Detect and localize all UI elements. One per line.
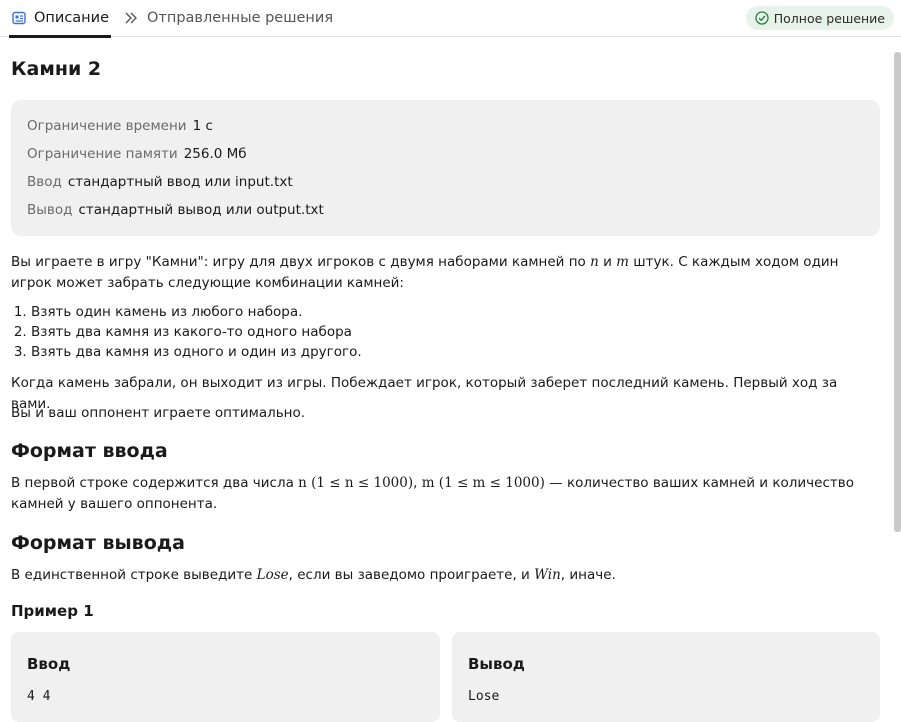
input-format-heading: Формат ввода — [11, 440, 168, 462]
status-badge-label: Полное решение — [773, 10, 885, 26]
example-input-value: 4 4 — [27, 689, 51, 704]
example-heading: Пример 1 — [11, 602, 94, 620]
limit-input: Ввод стандартный ввод или input.txt — [27, 174, 293, 190]
example-output-panel: Вывод Lose — [452, 632, 880, 722]
example-input-label: Ввод — [27, 655, 71, 673]
tab-description-label: Описание — [34, 10, 109, 26]
active-tab-indicator — [9, 35, 111, 38]
limits-panel: Ограничение времени 1 с Ограничение памят… — [11, 100, 880, 236]
statement-optimal: Вы и ваш оппонент играете оптимально. — [11, 405, 306, 421]
output-format-heading: Формат вывода — [11, 532, 185, 554]
tab-submissions-label: Отправленные решения — [147, 10, 334, 26]
check-circle-icon — [755, 11, 769, 25]
limit-time: Ограничение времени 1 с — [27, 118, 213, 134]
limit-memory: Ограничение памяти 256.0 Мб — [27, 146, 247, 162]
problem-title: Камни 2 — [11, 58, 102, 80]
list-item: Взять два камня из одного и один из друг… — [31, 342, 362, 362]
description-icon — [12, 11, 26, 25]
scrollbar[interactable] — [894, 52, 901, 532]
list-item: Взять два камня из какого-то одного набо… — [31, 322, 362, 342]
status-badge: Полное решение — [745, 6, 894, 30]
tab-description[interactable]: Описание — [12, 0, 109, 36]
limit-output: Вывод стандартный вывод или output.txt — [27, 202, 324, 218]
tab-bar: Описание Отправленные решения Полное реш… — [0, 0, 901, 38]
output-format-text: В единственной строке выведите Lose, есл… — [11, 567, 616, 583]
example-input-panel: Ввод 4 4 — [11, 632, 440, 722]
example-output-value: Lose — [468, 689, 500, 704]
double-chevron-icon — [124, 11, 139, 25]
list-item: Взять один камень из любого набора. — [31, 302, 362, 322]
moves-list: Взять один камень из любого набора. Взят… — [11, 302, 362, 362]
tab-submissions[interactable]: Отправленные решения — [124, 0, 333, 36]
example-output-label: Вывод — [468, 655, 525, 673]
input-format-text: В первой строке содержится два числа n (… — [11, 475, 854, 512]
statement-intro: Вы играете в игру "Камни": игру для двух… — [11, 254, 839, 291]
